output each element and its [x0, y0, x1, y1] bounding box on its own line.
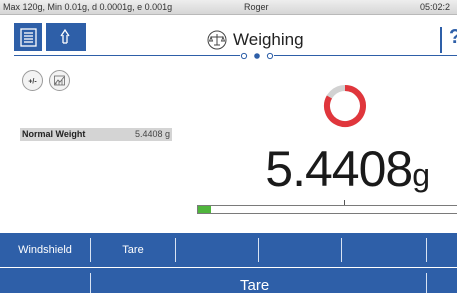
weighing-in-aid-bar — [197, 205, 457, 214]
softkey-empty[interactable] — [259, 233, 341, 267]
page-dot-active[interactable] — [254, 53, 260, 59]
weighing-bar-fill — [198, 206, 211, 213]
softkey-windshield[interactable]: Windshield — [0, 233, 90, 267]
softkey-empty[interactable] — [176, 233, 258, 267]
plus-minus-icon: +/- — [28, 79, 37, 86]
page-dot[interactable] — [266, 52, 274, 60]
header-divider — [14, 55, 457, 56]
main-action-bar: Tare — [0, 268, 457, 294]
softkey-bar: Windshield Tare — [0, 233, 457, 267]
page-dot[interactable] — [240, 52, 248, 60]
softkey-empty[interactable] — [427, 233, 457, 267]
softkey-tare[interactable]: Tare — [91, 233, 175, 267]
menu-button[interactable] — [14, 23, 42, 51]
svg-text:+/-: +/- — [28, 79, 37, 86]
info-field-value: 5.4408 g — [134, 129, 170, 139]
tare-main-button[interactable]: Tare — [240, 277, 269, 294]
softkey-empty[interactable] — [342, 233, 426, 267]
softkey-divider — [426, 273, 427, 293]
softkey-divider — [90, 273, 91, 293]
stability-status-icon — [324, 85, 366, 127]
page-title-text: Weighing — [233, 30, 304, 49]
weight-unit: g — [412, 157, 430, 193]
info-field-label: Normal Weight — [22, 129, 86, 139]
balance-spec-text: Max 120g, Min 0.01g, d 0.0001g, e 0.001g — [3, 2, 173, 12]
balance-scale-icon — [207, 30, 227, 50]
status-bar: Max 120g, Min 0.01g, d 0.0001g, e 0.001g… — [0, 0, 457, 15]
user-name: Roger — [244, 2, 269, 12]
page-title: Weighing — [207, 29, 304, 51]
clock: 05:02:2 — [420, 2, 451, 12]
up-down-arrows-icon — [60, 28, 70, 44]
list-menu-icon — [20, 28, 37, 47]
statistics-button[interactable] — [49, 70, 70, 91]
info-field-normal-weight: Normal Weight 5.4408 g — [20, 128, 172, 141]
weight-value: 5.4408 — [265, 141, 413, 197]
statistics-icon — [54, 75, 65, 86]
page-indicator[interactable] — [240, 52, 274, 60]
target-tick — [344, 200, 345, 205]
weight-display: 5.4408g — [200, 140, 430, 197]
data-transfer-button[interactable] — [46, 23, 86, 51]
help-icon[interactable]: ? — [449, 26, 457, 49]
plus-minus-button[interactable]: +/- — [22, 70, 43, 91]
